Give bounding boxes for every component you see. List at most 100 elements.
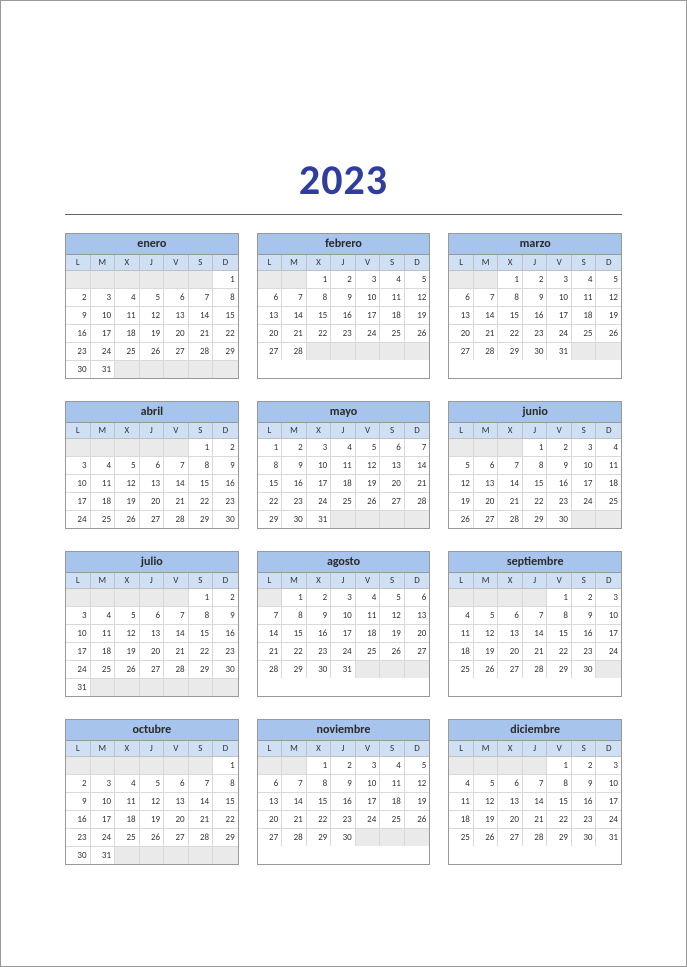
day-cell: 28 bbox=[189, 343, 214, 361]
week-row: 20212223242526 bbox=[258, 811, 430, 829]
day-cell: 28 bbox=[189, 829, 214, 847]
day-cell: 25 bbox=[449, 829, 474, 846]
day-cell: 18 bbox=[449, 643, 474, 661]
week-row: 123 bbox=[449, 589, 621, 607]
dow-cell: V bbox=[164, 423, 189, 439]
dow-row: LMXJVSD bbox=[66, 573, 238, 589]
dow-cell: J bbox=[523, 741, 548, 757]
month-card: abrilLMXJVSD1234567891011121314151617181… bbox=[65, 401, 239, 529]
day-cell: 12 bbox=[140, 307, 165, 325]
day-cell: 10 bbox=[66, 625, 91, 643]
day-cell: 17 bbox=[572, 475, 597, 493]
week-row: 2345678 bbox=[66, 775, 238, 793]
day-cell bbox=[140, 679, 165, 696]
day-cell: 16 bbox=[213, 625, 238, 643]
day-cell: 30 bbox=[547, 511, 572, 528]
day-cell: 19 bbox=[140, 325, 165, 343]
day-cell: 21 bbox=[498, 493, 523, 511]
week-row: 2728 bbox=[258, 343, 430, 360]
day-cell: 31 bbox=[91, 361, 116, 378]
dow-cell: V bbox=[356, 741, 381, 757]
day-cell: 9 bbox=[213, 457, 238, 475]
day-cell: 23 bbox=[331, 325, 356, 343]
week-row: 10111213141516 bbox=[66, 475, 238, 493]
month-card: junioLMXJVSD1234567891011121314151617181… bbox=[448, 401, 622, 529]
day-cell bbox=[380, 661, 405, 678]
day-cell: 19 bbox=[596, 307, 621, 325]
day-cell bbox=[572, 343, 597, 360]
day-cell: 22 bbox=[547, 811, 572, 829]
day-cell: 19 bbox=[115, 493, 140, 511]
day-cell: 10 bbox=[572, 457, 597, 475]
day-cell: 30 bbox=[307, 661, 332, 678]
day-cell bbox=[405, 661, 430, 678]
day-cell: 13 bbox=[498, 625, 523, 643]
day-cell: 27 bbox=[498, 829, 523, 846]
day-cell: 6 bbox=[140, 457, 165, 475]
day-cell: 8 bbox=[307, 775, 332, 793]
day-cell: 10 bbox=[91, 793, 116, 811]
day-cell: 9 bbox=[572, 775, 597, 793]
day-cell bbox=[164, 439, 189, 457]
month-name: enero bbox=[66, 234, 238, 255]
day-cell: 18 bbox=[380, 793, 405, 811]
day-cell: 6 bbox=[498, 607, 523, 625]
day-cell: 26 bbox=[405, 325, 430, 343]
day-cell: 1 bbox=[213, 757, 238, 775]
day-cell: 4 bbox=[449, 775, 474, 793]
day-cell bbox=[115, 589, 140, 607]
week-row: 2627282930 bbox=[449, 511, 621, 528]
day-cell: 19 bbox=[405, 793, 430, 811]
day-cell: 20 bbox=[405, 625, 430, 643]
day-cell: 14 bbox=[164, 625, 189, 643]
day-cell: 3 bbox=[331, 589, 356, 607]
day-cell: 22 bbox=[307, 325, 332, 343]
day-cell: 15 bbox=[189, 625, 214, 643]
day-cell bbox=[164, 847, 189, 864]
day-cell: 29 bbox=[547, 661, 572, 678]
day-cell: 20 bbox=[140, 643, 165, 661]
day-cell: 17 bbox=[331, 625, 356, 643]
day-cell: 15 bbox=[213, 793, 238, 811]
dow-cell: V bbox=[547, 423, 572, 439]
week-row: 12345 bbox=[258, 271, 430, 289]
day-cell: 19 bbox=[405, 307, 430, 325]
dow-cell: D bbox=[596, 423, 621, 439]
day-cell: 27 bbox=[474, 511, 499, 528]
day-cell: 24 bbox=[91, 343, 116, 361]
day-cell: 22 bbox=[189, 643, 214, 661]
day-cell: 15 bbox=[282, 625, 307, 643]
month-card: octubreLMXJVSD12345678910111213141516171… bbox=[65, 719, 239, 865]
day-cell: 18 bbox=[115, 325, 140, 343]
day-cell: 25 bbox=[380, 325, 405, 343]
day-cell: 27 bbox=[449, 343, 474, 360]
day-cell: 30 bbox=[572, 829, 597, 846]
day-cell: 6 bbox=[258, 775, 283, 793]
day-cell bbox=[66, 439, 91, 457]
month-card: febreroLMXJVSD12345678910111213141516171… bbox=[257, 233, 431, 379]
day-cell bbox=[115, 847, 140, 864]
day-cell bbox=[164, 271, 189, 289]
day-cell bbox=[66, 271, 91, 289]
day-cell: 7 bbox=[523, 775, 548, 793]
day-cell bbox=[140, 589, 165, 607]
dow-cell: J bbox=[140, 741, 165, 757]
day-cell: 20 bbox=[449, 325, 474, 343]
day-cell: 27 bbox=[164, 829, 189, 847]
day-cell: 3 bbox=[356, 271, 381, 289]
day-cell bbox=[115, 361, 140, 378]
day-cell: 21 bbox=[164, 643, 189, 661]
week-row: 293031 bbox=[258, 511, 430, 528]
day-cell bbox=[164, 679, 189, 696]
day-cell: 4 bbox=[380, 271, 405, 289]
dow-cell: X bbox=[498, 255, 523, 271]
day-cell: 28 bbox=[405, 493, 430, 511]
day-cell: 21 bbox=[282, 325, 307, 343]
year-block: 2023 bbox=[29, 155, 658, 215]
day-cell: 2 bbox=[66, 775, 91, 793]
day-cell: 14 bbox=[258, 625, 283, 643]
month-card: marzoLMXJVSD1234567891011121314151617181… bbox=[448, 233, 622, 379]
day-cell: 12 bbox=[115, 475, 140, 493]
day-cell: 9 bbox=[547, 457, 572, 475]
day-cell: 8 bbox=[282, 607, 307, 625]
